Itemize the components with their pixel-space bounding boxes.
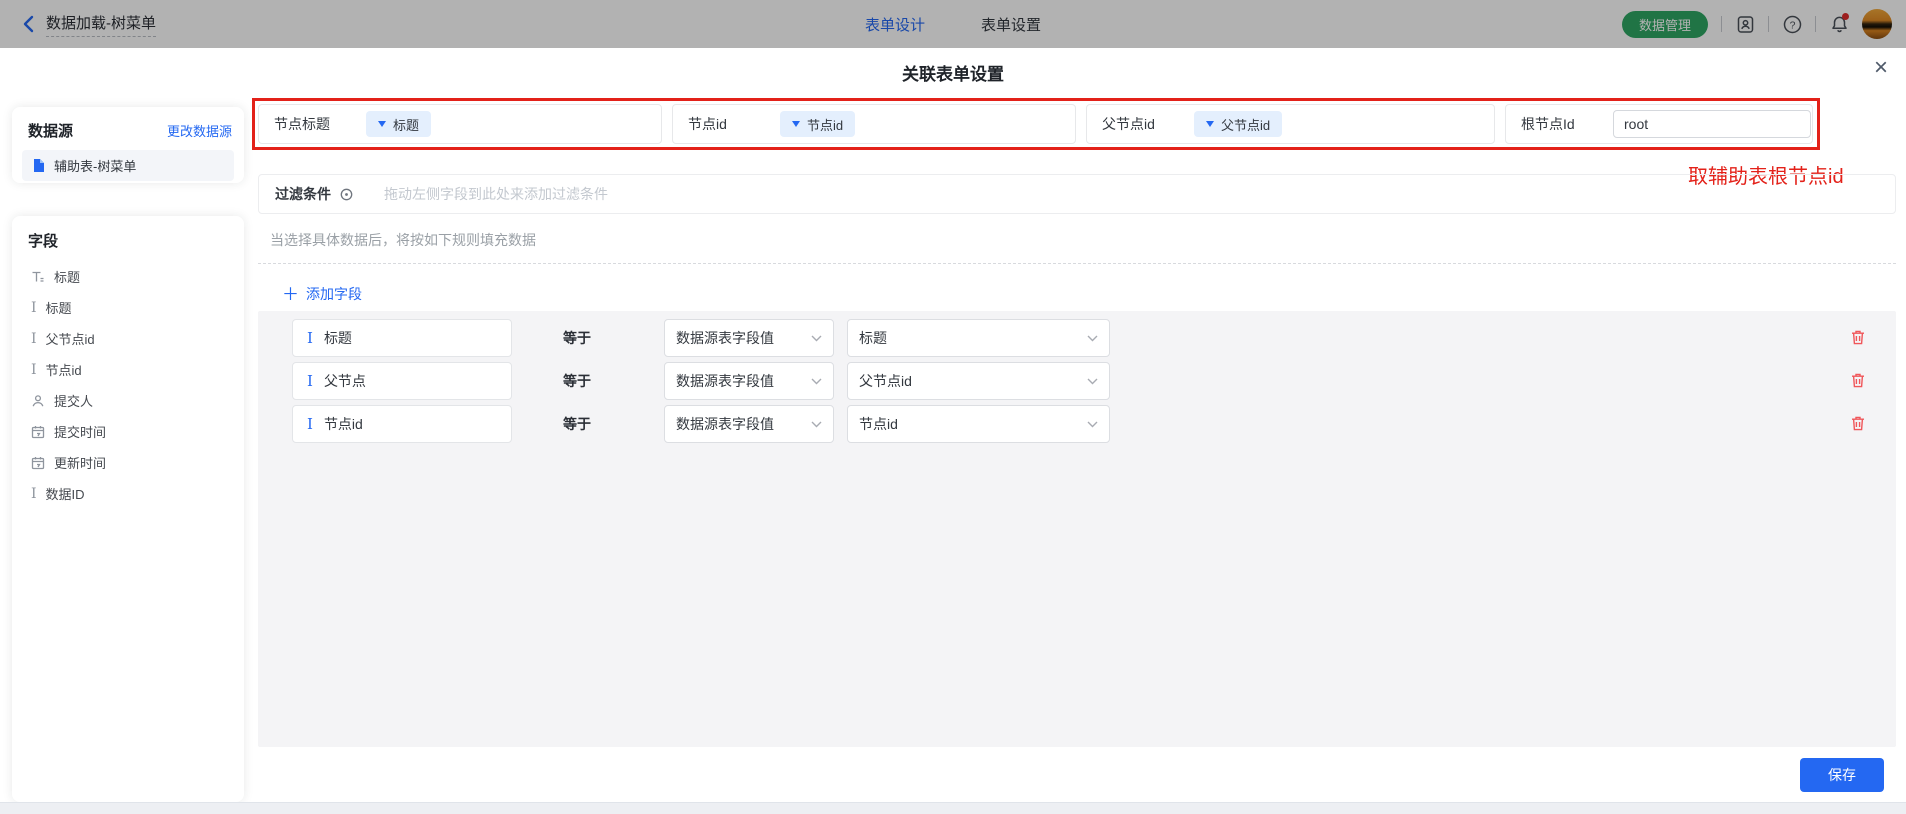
field-item[interactable]: I 节点id [28,354,228,385]
parent-node-id-field-tag[interactable]: 父节点id [1194,111,1282,137]
root-node-id-input[interactable] [1613,110,1811,138]
rule-field-box[interactable]: I 父节点 [292,362,512,400]
chevron-down-icon [1087,378,1098,385]
avatar[interactable] [1862,9,1892,39]
delete-rule-icon[interactable] [1850,372,1866,389]
help-icon[interactable]: ? [1782,14,1802,34]
fields-title: 字段 [28,230,228,251]
person-icon [31,394,45,408]
plus-icon: ＋ [282,286,299,303]
parent-node-id-cell: 父节点id 父节点id [1086,104,1495,144]
field-item[interactable]: 提交人 [28,385,228,416]
topbar-tabs: 表单设计 表单设置 [865,14,1041,35]
chevron-down-icon [811,335,822,342]
change-datasource-link[interactable]: 更改数据源 [167,121,232,140]
source-field-select[interactable]: 父节点id [847,362,1110,400]
chevron-down-icon [811,421,822,428]
field-item[interactable]: I 父节点id [28,323,228,354]
text-icon: I [307,374,313,389]
document-icon [31,158,46,173]
datasource-title: 数据源 [28,120,73,141]
text-icon: I [31,301,37,315]
node-id-cell: 节点id 节点id [672,104,1076,144]
field-item[interactable]: 更新时间 [28,447,228,478]
tab-form-settings[interactable]: 表单设置 [981,14,1041,35]
field-item[interactable]: 提交时间 [28,416,228,447]
source-type-select[interactable]: 数据源表字段值 [664,319,834,357]
field-item[interactable]: 标题 [28,261,228,292]
node-id-field-tag[interactable]: 节点id [780,111,855,137]
datasource-name: 辅助表-树菜单 [54,156,136,175]
contacts-icon[interactable] [1735,14,1755,34]
divider [1721,16,1722,32]
operator-label: 等于 [563,319,591,357]
field-list: 标题 I 标题 I 父节点id I 节点id 提交人 [28,261,228,509]
node-title-cell: 节点标题 标题 [258,104,662,144]
back-icon[interactable] [22,15,34,33]
rule-row: I 标题 等于 数据源表字段值 标题 [258,319,1896,357]
source-type-select[interactable]: 数据源表字段值 [664,362,834,400]
page-bottom-edge [0,802,1906,814]
field-item[interactable]: I 标题 [28,292,228,323]
fill-rules-panel: I 标题 等于 数据源表字段值 标题 I 父 [258,311,1896,747]
dashed-divider [258,263,1896,264]
target-icon [339,187,354,202]
datasource-item[interactable]: 辅助表-树菜单 [22,150,234,181]
operator-label: 等于 [563,362,591,400]
node-title-field-tag[interactable]: 标题 [366,111,431,137]
topbar: 数据加载-树菜单 表单设计 表单设置 数据管理 ? [0,0,1906,48]
source-type-select[interactable]: 数据源表字段值 [664,405,834,443]
rule-field-box[interactable]: I 节点id [292,405,512,443]
text-icon: I [31,363,37,377]
datasource-card: 数据源 更改数据源 辅助表-树菜单 [12,107,244,183]
filter-condition-bar[interactable]: 过滤条件 拖动左侧字段到此处来添加过滤条件 [258,174,1896,214]
text-icon: I [31,332,37,346]
add-field-button[interactable]: ＋ 添加字段 [282,284,362,304]
field-item[interactable]: I 数据ID [28,478,228,509]
title-icon [31,270,45,284]
fields-card: 字段 标题 I 标题 I 父节点id I 节点id [12,216,244,802]
delete-rule-icon[interactable] [1850,415,1866,432]
calendar-icon [31,456,45,470]
fill-rules-hint: 当选择具体数据后，将按如下规则填充数据 [270,230,536,250]
text-icon: I [31,487,37,501]
svg-text:?: ? [1789,19,1795,31]
save-button[interactable]: 保存 [1800,758,1884,792]
form-title[interactable]: 数据加载-树菜单 [46,12,156,37]
tab-form-design[interactable]: 表单设计 [865,14,925,35]
delete-rule-icon[interactable] [1850,329,1866,346]
caret-down-icon [378,121,386,127]
notification-badge [1842,13,1849,20]
chevron-down-icon [1087,421,1098,428]
chevron-down-icon [1087,335,1098,342]
rule-row: I 父节点 等于 数据源表字段值 父节点id [258,362,1896,400]
rule-row: I 节点id 等于 数据源表字段值 节点id [258,405,1896,443]
notification-bell-icon[interactable] [1829,14,1849,34]
filter-drop-placeholder: 拖动左侧字段到此处来添加过滤条件 [384,184,608,204]
text-icon: I [307,331,313,346]
source-field-select[interactable]: 节点id [847,405,1110,443]
chevron-down-icon [811,378,822,385]
divider [1768,16,1769,32]
calendar-icon [31,425,45,439]
text-icon: I [307,417,313,432]
root-node-id-cell: 根节点Id [1505,104,1813,144]
data-manage-button[interactable]: 数据管理 [1622,11,1708,38]
rule-field-box[interactable]: I 标题 [292,319,512,357]
caret-down-icon [1206,121,1214,127]
divider [1815,16,1816,32]
caret-down-icon [792,121,800,127]
operator-label: 等于 [563,405,591,443]
app-root: 数据加载-树菜单 表单设计 表单设置 数据管理 ? [0,0,1906,814]
source-field-select[interactable]: 标题 [847,319,1110,357]
